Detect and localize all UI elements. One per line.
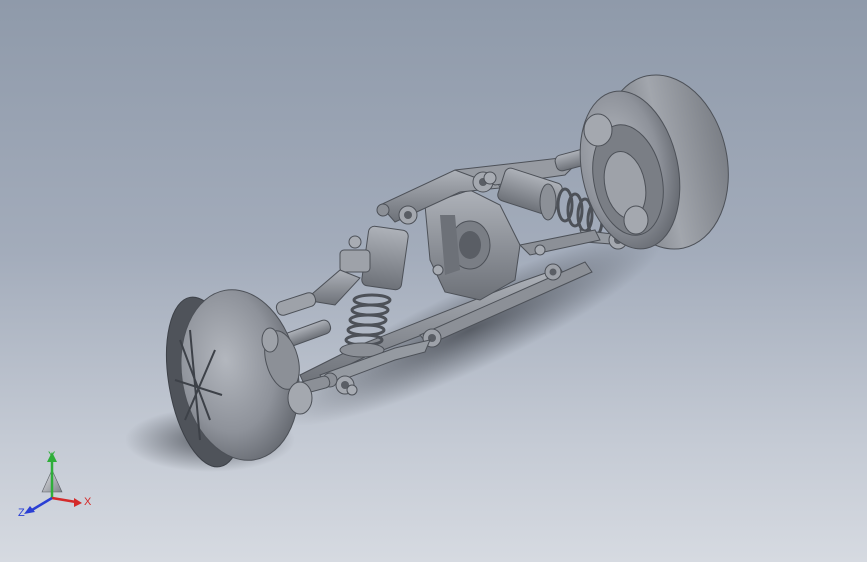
view-orientation-triad[interactable]: Y X Z	[18, 446, 98, 522]
x-axis-label: X	[84, 496, 92, 508]
y-axis-label: Y	[48, 450, 56, 462]
suspension-assembly-model[interactable]	[0, 0, 867, 562]
graphics-viewport[interactable]: Y X Z	[0, 0, 867, 562]
differential-housing[interactable]	[424, 189, 521, 301]
x-axis-line	[51, 496, 77, 504]
z-axis-line	[31, 496, 53, 512]
x-axis-arrow-icon	[74, 498, 82, 507]
z-axis-label: Z	[18, 507, 25, 519]
